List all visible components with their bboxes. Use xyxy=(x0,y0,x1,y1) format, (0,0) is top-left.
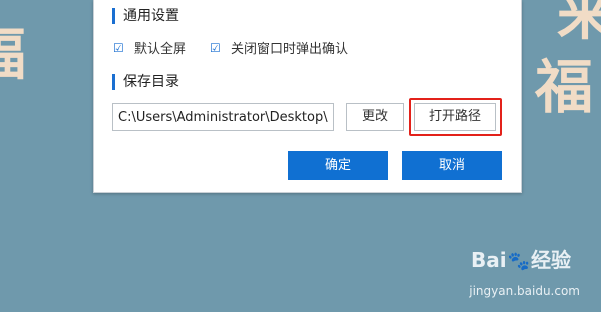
checkmark-icon: ☑ xyxy=(210,40,221,55)
watermark-suffix: 经验 xyxy=(531,248,571,272)
confirm-on-close-label: 关闭窗口时弹出确认 xyxy=(231,42,349,57)
watermark-brand: Bai xyxy=(470,248,507,272)
change-button[interactable]: 更改 xyxy=(346,103,404,131)
watermark-url: jingyan.baidu.com xyxy=(469,284,580,298)
baidu-watermark: Bai🐾经验 xyxy=(471,244,571,273)
background-decor-right-top: 来 xyxy=(557,0,601,48)
highlight-box xyxy=(409,98,502,136)
general-settings-title: 通用设置 xyxy=(112,8,179,24)
ok-button[interactable]: 确定 xyxy=(288,151,388,180)
save-directory-title: 保存目录 xyxy=(112,74,179,90)
fullscreen-checkbox[interactable]: ☑ 默认全屏 xyxy=(113,38,187,58)
checkmark-icon: ☑ xyxy=(113,40,124,55)
fullscreen-label: 默认全屏 xyxy=(134,42,187,57)
paw-icon: 🐾 xyxy=(507,251,530,272)
background-decor-right-bottom: 福 xyxy=(534,53,593,121)
confirm-on-close-checkbox[interactable]: ☑ 关闭窗口时弹出确认 xyxy=(210,38,349,58)
background-decor-left: 福 xyxy=(0,28,26,84)
save-path-field[interactable]: C:\Users\Administrator\Desktop\ xyxy=(112,103,334,131)
cancel-button[interactable]: 取消 xyxy=(402,151,502,180)
settings-dialog: 通用设置 ☑ 默认全屏 ☑ 关闭窗口时弹出确认 保存目录 C:\Users\Ad… xyxy=(93,0,522,193)
